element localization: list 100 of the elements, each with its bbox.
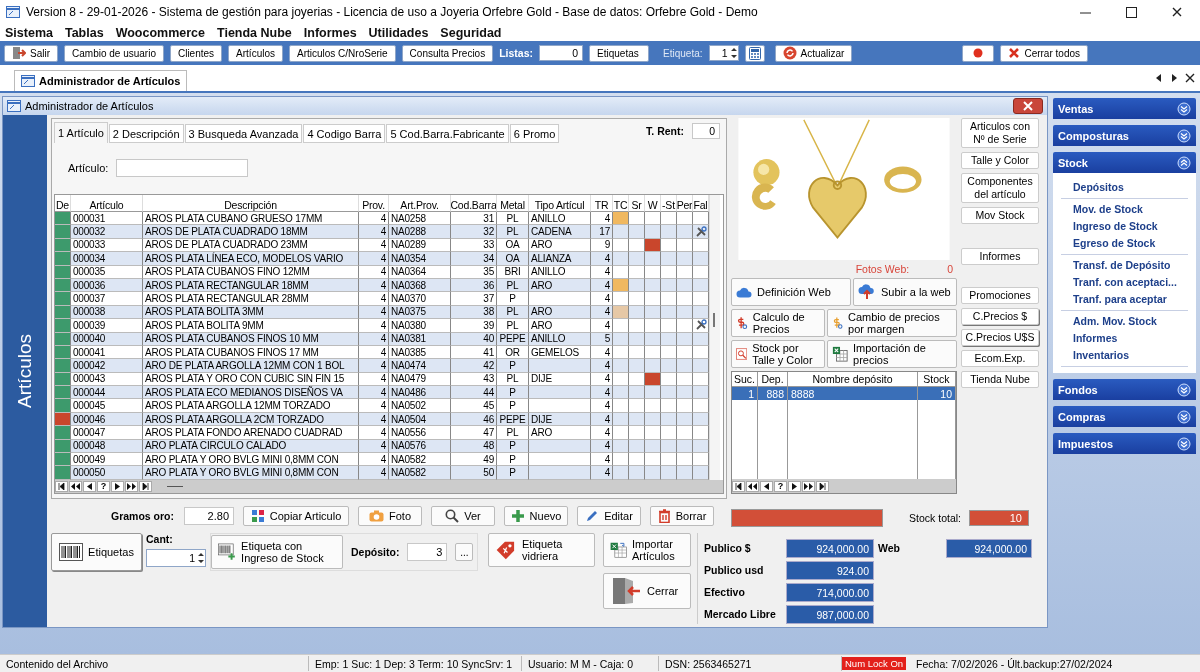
sidebar-item[interactable]: Adm. Mov. Stock — [1073, 315, 1188, 327]
column-header[interactable]: Descripción — [143, 195, 359, 212]
record-button[interactable] — [962, 44, 995, 62]
side-button[interactable]: Componentes del artículo — [961, 173, 1039, 203]
calculator-button[interactable] — [744, 44, 765, 62]
column-header[interactable]: Sr — [629, 195, 645, 212]
side-button[interactable]: Promociones — [961, 287, 1039, 304]
menu-item[interactable]: Sistema — [5, 25, 53, 40]
sidebar-item[interactable]: Inventarios — [1073, 349, 1188, 361]
function-button[interactable]: Cambio de precios por margen — [827, 309, 957, 337]
function-button[interactable]: Subir a la web — [853, 278, 957, 306]
rent-field[interactable]: 0 — [692, 123, 720, 139]
side-button[interactable]: Talle y Color — [961, 152, 1039, 169]
sidebar-item[interactable]: Informes — [1073, 332, 1188, 344]
side-button[interactable]: C.Precios $ — [961, 308, 1039, 325]
nav-button[interactable] — [69, 480, 82, 492]
nav-button[interactable] — [125, 480, 138, 492]
sidebar-item[interactable]: Depósitos — [1073, 181, 1188, 193]
toolbar-button[interactable]: Clientes — [169, 44, 223, 62]
toolbar-button[interactable]: Articulos C/NroSerie — [289, 44, 396, 62]
menu-item[interactable]: Utilidades — [368, 25, 429, 40]
nav-button[interactable] — [55, 480, 68, 492]
group-header[interactable]: Impuestos — [1053, 433, 1196, 454]
nav-button[interactable] — [83, 480, 96, 492]
refresh-button[interactable]: ? — [97, 480, 110, 492]
column-header[interactable]: Prov. — [359, 195, 389, 212]
column-header[interactable]: Cod.Barra — [451, 195, 497, 212]
side-button[interactable]: Ecom.Exp. — [961, 350, 1039, 367]
column-header[interactable]: De — [55, 195, 71, 212]
showcase-label-button[interactable]: Etiqueta vidriera — [488, 533, 595, 567]
tab[interactable]: 6 Promo — [509, 124, 560, 143]
tab[interactable]: 4 Codigo Barra — [303, 124, 386, 143]
function-button[interactable]: Definición Web — [731, 278, 851, 306]
nav-button[interactable] — [139, 480, 152, 492]
sidebar-item[interactable]: Tranf. con aceptaci... — [1073, 276, 1188, 288]
function-button[interactable]: Importación de precios — [827, 340, 957, 368]
more-button[interactable]: ... — [455, 543, 474, 561]
scroll-right-button[interactable] — [1170, 73, 1178, 83]
group-header[interactable]: Stock — [1053, 152, 1196, 173]
sidebar-item[interactable]: Transf. de Depósito — [1073, 259, 1188, 271]
toolbar-button[interactable]: Artículos — [228, 44, 283, 62]
article-field[interactable] — [116, 159, 249, 177]
nav-button[interactable] — [746, 480, 759, 492]
column-header[interactable]: Art.Prov. — [389, 195, 451, 212]
lists-field[interactable]: 0 — [539, 45, 584, 61]
menu-item[interactable]: Informes — [303, 25, 357, 40]
side-button[interactable]: Articulos con Nº de Serie — [961, 118, 1039, 148]
deposit-field[interactable]: 3 — [407, 543, 448, 561]
toolbar-button[interactable]: Cambio de usuario — [64, 44, 164, 62]
nav-button[interactable] — [788, 480, 801, 492]
column-header[interactable]: Per — [677, 195, 693, 212]
column-header[interactable]: Fal — [693, 195, 709, 212]
side-button[interactable]: Tienda Nube — [961, 371, 1039, 388]
column-header[interactable]: TC — [613, 195, 629, 212]
toolbar-button[interactable]: Salir — [4, 44, 58, 62]
action-button[interactable]: Foto — [358, 506, 422, 526]
action-button[interactable]: Nuevo — [504, 506, 568, 526]
tab[interactable]: 5 Cod.Barra.Fabricante — [386, 124, 509, 143]
toolbar-button[interactable]: Consulta Precios — [401, 44, 494, 62]
nav-button[interactable] — [760, 480, 773, 492]
group-header[interactable]: Ventas — [1053, 98, 1196, 119]
action-button[interactable]: Borrar — [650, 506, 714, 526]
nav-button[interactable] — [802, 480, 815, 492]
weight-field[interactable]: 2.80 — [184, 507, 234, 525]
scroll-thumb[interactable] — [167, 485, 183, 488]
tab[interactable]: 3 Busqueda Avanzada — [184, 124, 303, 143]
toolbar-button[interactable]: Etiquetas — [589, 44, 650, 62]
close-button[interactable] — [1013, 98, 1043, 114]
import-button[interactable]: Importar Artículos — [603, 533, 691, 567]
action-button[interactable]: Ver — [431, 506, 495, 526]
nav-button[interactable] — [732, 480, 745, 492]
label-stock-button[interactable]: Etiqueta con Ingreso de Stock — [210, 535, 343, 569]
scrollbar[interactable] — [709, 195, 720, 480]
menu-item[interactable]: Tablas — [64, 25, 104, 40]
document-tab[interactable]: Administrador de Artículos — [14, 70, 188, 91]
scroll-left-button[interactable] — [1155, 73, 1163, 83]
nav-button[interactable] — [816, 480, 829, 492]
close-window-button[interactable]: Cerrar — [603, 573, 691, 609]
column-header[interactable]: Metal — [497, 195, 529, 212]
function-button[interactable]: Calculo de Precios — [731, 309, 825, 337]
column-header[interactable]: Tipo Artícul — [529, 195, 591, 212]
tab[interactable]: 2 Descripción — [108, 124, 184, 143]
nav-button[interactable] — [111, 480, 124, 492]
column-header[interactable]: W — [645, 195, 661, 212]
menu-item[interactable]: Tienda Nube — [217, 25, 292, 40]
sidebar-item[interactable]: Egreso de Stock — [1073, 237, 1188, 249]
menu-item[interactable]: Seguridad — [440, 25, 502, 40]
refresh-button[interactable]: ? — [774, 480, 787, 492]
action-button[interactable]: Editar — [577, 506, 641, 526]
column-header[interactable]: TR — [591, 195, 613, 212]
sidebar-item[interactable]: Tranf. para aceptar — [1073, 293, 1188, 305]
function-button[interactable]: Stock por Talle y Color — [731, 340, 825, 368]
sidebar-item[interactable]: Ingreso de Stock — [1073, 220, 1188, 232]
quantity-spinner[interactable]: 1 — [145, 549, 206, 567]
toolbar-button[interactable]: Cerrar todos — [1000, 44, 1088, 62]
close-tab-button[interactable] — [1185, 73, 1195, 83]
group-header[interactable]: Fondos — [1053, 379, 1196, 400]
group-header[interactable]: Composturas — [1053, 125, 1196, 146]
toolbar-button[interactable]: Actualizar — [774, 44, 853, 62]
labels-button[interactable]: Etiquetas — [51, 533, 142, 571]
